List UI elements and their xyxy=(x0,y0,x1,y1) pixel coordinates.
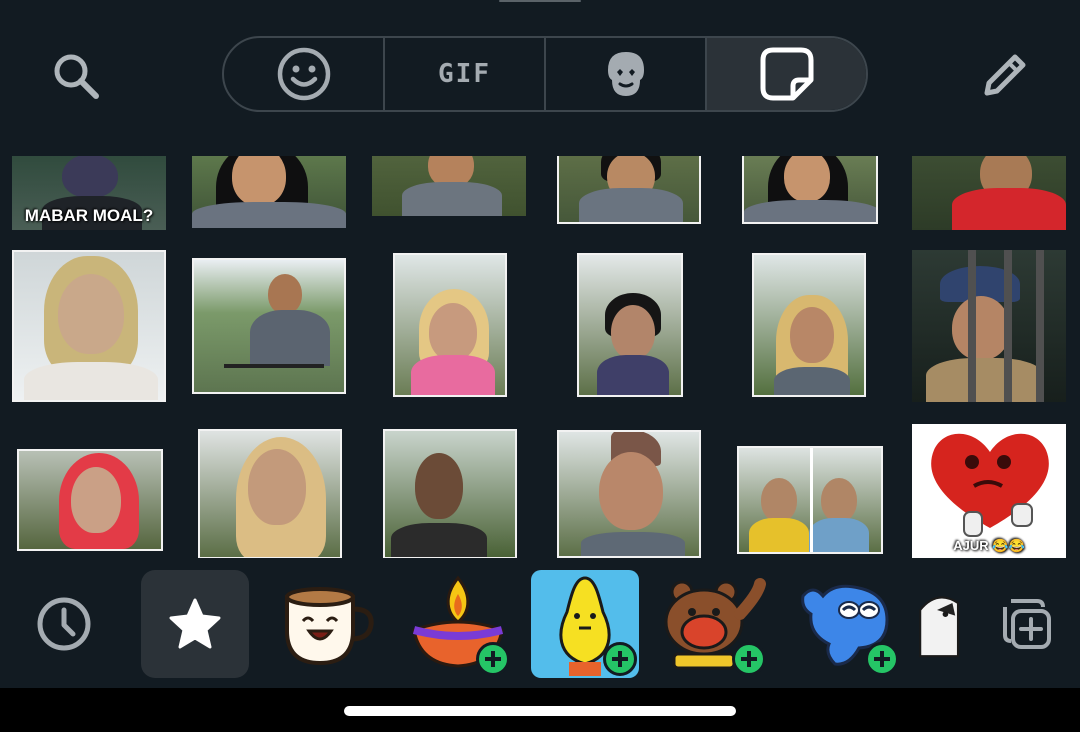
home-indicator[interactable] xyxy=(344,706,736,716)
sticker-pack-coffee[interactable] xyxy=(272,570,380,678)
sticker-icon xyxy=(760,47,813,101)
keyboard-top-bar: GIF xyxy=(0,34,1080,114)
sticker-pack-tray xyxy=(0,564,1080,688)
sticker-item[interactable] xyxy=(912,156,1066,230)
heart-character-icon xyxy=(931,433,1049,537)
sticker-pack-pear[interactable] xyxy=(531,570,639,678)
star-icon xyxy=(169,598,221,649)
sticker-pack-penguin[interactable] xyxy=(916,570,972,678)
clock-icon xyxy=(37,597,91,651)
sticker-item[interactable] xyxy=(383,429,517,558)
sticker-item[interactable] xyxy=(12,250,166,402)
smiley-icon xyxy=(277,47,330,101)
sticker-grid: MABAR MOAL? AJUR 😂😂 xyxy=(0,156,1080,558)
plus-icon xyxy=(874,651,890,667)
sticker-item[interactable] xyxy=(912,250,1066,402)
sticker-pack-lamp[interactable] xyxy=(404,570,512,678)
tab-stickers[interactable] xyxy=(707,38,866,110)
search-icon xyxy=(54,54,99,99)
add-pack-badge[interactable] xyxy=(865,642,899,676)
sticker-item[interactable] xyxy=(198,429,342,558)
plus-icon xyxy=(741,651,757,667)
sticker-item[interactable] xyxy=(192,258,346,394)
add-pack-badge[interactable] xyxy=(732,642,766,676)
system-navigation-bar xyxy=(0,688,1080,732)
sticker-item[interactable] xyxy=(557,156,701,224)
sticker-item[interactable] xyxy=(557,430,701,558)
sticker-item[interactable] xyxy=(737,446,883,554)
drag-handle[interactable] xyxy=(499,0,581,2)
coffee-cup-icon xyxy=(285,587,374,666)
category-tabs: GIF xyxy=(222,36,868,112)
sticker-caption: MABAR MOAL? xyxy=(24,206,154,225)
sticker-item[interactable] xyxy=(192,156,346,228)
tab-gif[interactable]: GIF xyxy=(385,38,546,110)
penguin-icon xyxy=(919,596,960,658)
plus-icon xyxy=(612,651,628,667)
sticker-item[interactable] xyxy=(372,156,526,216)
sticker-item[interactable] xyxy=(742,156,878,224)
sticker-item[interactable] xyxy=(393,253,507,397)
edit-button[interactable] xyxy=(972,44,1036,108)
sticker-caption: AJUR 😂😂 xyxy=(953,538,1025,553)
gif-label: GIF xyxy=(438,59,491,89)
sticker-pack-ghost[interactable] xyxy=(793,570,901,678)
tab-emoji[interactable] xyxy=(224,38,385,110)
plus-icon xyxy=(485,651,501,667)
sticker-item[interactable] xyxy=(577,253,683,397)
avatar-icon xyxy=(607,52,644,96)
add-sticker-pack-icon xyxy=(1003,599,1051,649)
add-sticker-pack-button[interactable] xyxy=(976,570,1076,678)
add-pack-badge[interactable] xyxy=(476,642,510,676)
pencil-icon xyxy=(984,54,1026,96)
recent-stickers-button[interactable] xyxy=(10,570,118,678)
add-pack-badge[interactable] xyxy=(603,642,637,676)
search-button[interactable] xyxy=(44,44,108,108)
sticker-item[interactable] xyxy=(752,253,866,397)
sticker-item[interactable] xyxy=(17,449,163,551)
favorite-stickers-button[interactable] xyxy=(141,570,249,678)
tab-avatar[interactable] xyxy=(546,38,707,110)
sticker-pack-bear[interactable] xyxy=(660,570,768,678)
sticker-item[interactable]: AJUR 😂😂 xyxy=(912,424,1066,558)
sticker-item[interactable]: MABAR MOAL? xyxy=(12,156,166,230)
sticker-keyboard: GIF MABAR MOAL? AJUR 😂😂 xyxy=(0,0,1080,732)
